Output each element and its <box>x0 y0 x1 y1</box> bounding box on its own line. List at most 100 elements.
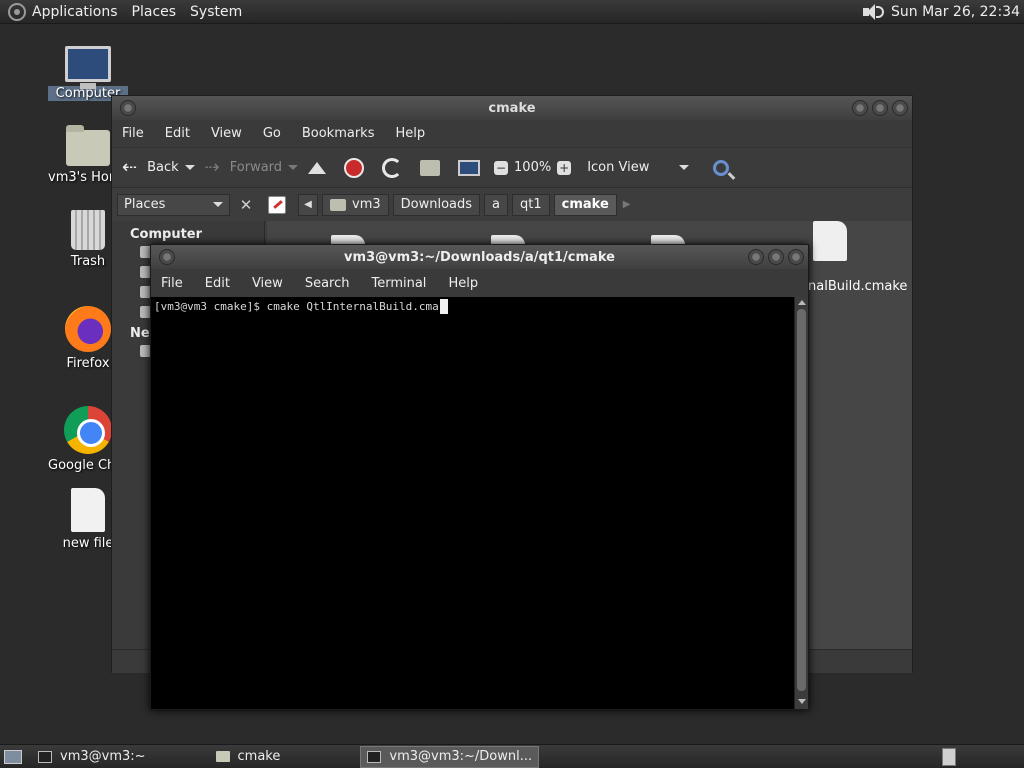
computer-icon[interactable] <box>458 159 481 176</box>
terminal-menubar: File Edit View Search Terminal Help <box>151 269 808 297</box>
menu-view[interactable]: View <box>252 276 283 291</box>
sidebar-heading-computer: Computer <box>130 227 203 242</box>
close-button[interactable] <box>892 100 908 116</box>
menu-terminal[interactable]: Terminal <box>371 276 426 291</box>
trash-applet-icon[interactable] <box>942 748 956 766</box>
file-manager-title-bar[interactable]: cmake <box>112 96 912 120</box>
trash-icon <box>71 210 105 250</box>
places-menu[interactable]: Places <box>132 4 177 20</box>
window-controls <box>848 100 908 116</box>
breadcrumb-left-arrow-icon[interactable]: ◀ <box>298 193 318 216</box>
menu-file[interactable]: File <box>122 126 144 141</box>
back-label: Back <box>147 160 179 175</box>
home-icon <box>330 198 346 211</box>
scroll-down-icon[interactable] <box>798 699 806 704</box>
distro-logo-icon[interactable] <box>8 2 26 21</box>
home-folder-icon <box>66 125 110 166</box>
volume-icon[interactable] <box>861 3 884 21</box>
up-icon[interactable] <box>308 161 327 174</box>
menu-file[interactable]: File <box>161 276 183 291</box>
text-cursor <box>439 299 448 314</box>
view-mode-select[interactable]: Icon View <box>587 160 690 175</box>
show-desktop-icon[interactable] <box>4 749 22 764</box>
maximize-button[interactable] <box>872 100 888 116</box>
taskbar-item-label: vm3@vm3:~ <box>60 749 146 764</box>
panel-tray: Sun Mar 26, 22:34 <box>861 0 1020 24</box>
file-name-label[interactable]: nalBuild.cmake <box>808 279 907 294</box>
window-menu-button[interactable] <box>120 100 136 116</box>
chevron-down-icon <box>679 165 690 170</box>
terminal-line: [vm3@vm3 cmake]$ cmake QtlInternalBuild.… <box>154 299 791 314</box>
zoom-in-icon[interactable]: + <box>557 160 572 175</box>
computer-icon <box>65 46 111 89</box>
terminal-output[interactable]: [vm3@vm3 cmake]$ cmake QtlInternalBuild.… <box>151 297 794 709</box>
window-controls <box>744 249 804 265</box>
applications-menu[interactable]: Applications <box>32 4 118 20</box>
terminal-icon <box>38 750 52 763</box>
file-icon[interactable] <box>813 221 847 261</box>
system-menu[interactable]: System <box>190 4 242 20</box>
menu-bookmarks[interactable]: Bookmarks <box>302 126 375 141</box>
reload-icon[interactable] <box>382 157 403 178</box>
breadcrumb-vm3[interactable]: vm3 <box>322 193 389 216</box>
terminal-icon <box>367 750 382 763</box>
maximize-button[interactable] <box>768 249 784 265</box>
file-icon <box>71 488 105 532</box>
close-button[interactable] <box>788 249 804 265</box>
terminal-window: vm3@vm3:~/Downloads/a/qt1/cmake File Edi… <box>150 244 809 710</box>
window-title: vm3@vm3:~/Downloads/a/qt1/cmake <box>344 249 615 265</box>
taskbar-item-label: cmake <box>237 749 281 764</box>
menu-go[interactable]: Go <box>263 126 281 141</box>
breadcrumb-downloads[interactable]: Downloads <box>392 193 481 216</box>
terminal-title-bar[interactable]: vm3@vm3:~/Downloads/a/qt1/cmake <box>151 245 808 269</box>
menu-view[interactable]: View <box>211 126 242 141</box>
file-manager-menubar: File Edit View Go Bookmarks Help <box>112 120 912 147</box>
breadcrumb-a[interactable]: a <box>484 193 509 216</box>
window-title: cmake <box>488 100 536 116</box>
back-arrow-icon: ⇠ <box>122 156 138 178</box>
window-menu-button[interactable] <box>159 249 175 265</box>
zoom-level[interactable]: 100% <box>514 160 551 175</box>
close-sidebar-icon[interactable]: ✕ <box>236 195 256 215</box>
taskbar-item-label: vm3@vm3:~/Downl... <box>389 749 533 764</box>
taskbar-item-terminal-home[interactable]: vm3@vm3:~ <box>32 746 152 768</box>
menu-help[interactable]: Help <box>395 126 425 141</box>
forward-history-icon[interactable] <box>288 165 299 170</box>
clock[interactable]: Sun Mar 26, 22:34 <box>891 4 1020 20</box>
taskbar-item-cmake[interactable]: cmake <box>210 746 287 768</box>
breadcrumb-right-arrow-icon[interactable]: ▶ <box>623 199 631 210</box>
firefox-icon <box>65 306 111 352</box>
desktop-icon-computer[interactable]: Computer <box>48 46 128 101</box>
forward-label: Forward <box>229 160 283 175</box>
menu-search[interactable]: Search <box>305 276 350 291</box>
file-manager-toolbar: ⇠ Back ⇢ Forward − 100% + Icon View <box>112 147 912 187</box>
back-button[interactable]: ⇠ Back <box>122 156 195 178</box>
breadcrumb-cmake[interactable]: cmake <box>553 193 617 216</box>
breadcrumb-qt1[interactable]: qt1 <box>512 193 550 216</box>
scroll-up-icon[interactable] <box>797 300 806 305</box>
chrome-icon <box>64 406 112 454</box>
menu-edit[interactable]: Edit <box>205 276 230 291</box>
forward-button[interactable]: ⇢ Forward <box>204 156 299 178</box>
menu-help[interactable]: Help <box>448 276 478 291</box>
sidebar-type-label: Places <box>124 197 166 212</box>
prompt-text: [vm3@vm3 cmake]$ cmake QtlInternalBuild.… <box>154 300 439 313</box>
home-icon[interactable] <box>420 159 441 176</box>
terminal-scrollbar[interactable] <box>794 297 808 709</box>
minimize-button[interactable] <box>748 249 764 265</box>
zoom-out-icon[interactable]: − <box>494 160 509 175</box>
back-history-icon[interactable] <box>184 165 195 170</box>
scrollbar-thumb[interactable] <box>797 309 806 691</box>
location-bar: Places ✕ ◀ vm3 Downloads a qt1 cmake ▶ <box>112 187 912 221</box>
stop-icon[interactable] <box>344 157 365 178</box>
search-icon[interactable] <box>713 159 730 176</box>
breadcrumb-label: vm3 <box>352 197 381 212</box>
taskbar-item-terminal-downloads[interactable]: vm3@vm3:~/Downl... <box>360 745 540 768</box>
view-mode-label: Icon View <box>587 160 650 175</box>
bottom-panel: vm3@vm3:~ cmake vm3@vm3:~/Downl... <box>0 744 1024 768</box>
menu-edit[interactable]: Edit <box>165 126 190 141</box>
forward-arrow-icon: ⇢ <box>204 156 220 178</box>
edit-location-icon[interactable] <box>268 195 286 214</box>
minimize-button[interactable] <box>852 100 868 116</box>
sidebar-type-select[interactable]: Places <box>117 193 230 216</box>
